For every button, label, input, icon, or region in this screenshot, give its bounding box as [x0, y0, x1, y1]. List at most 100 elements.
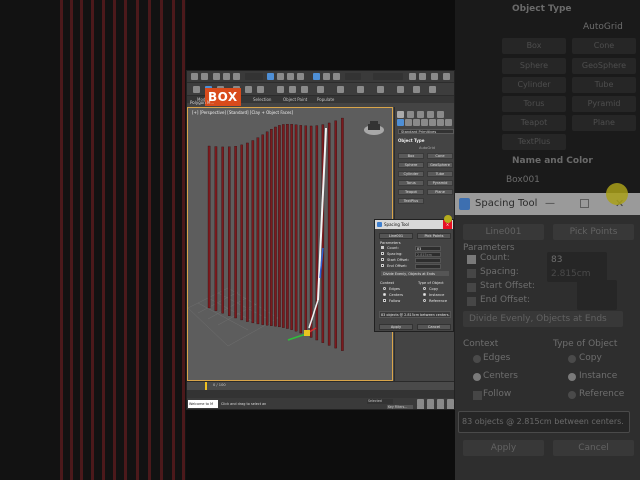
edit-named-sel-icon[interactable] — [337, 86, 344, 93]
ribbon-tab-object-paint[interactable]: Object Paint — [283, 97, 307, 102]
zoomed-distribution-dropdown[interactable]: Divide Evenly, Objects at Ends — [463, 311, 623, 327]
pick-path-button[interactable]: Line001 — [379, 233, 413, 239]
zoomed-end-offset-checkbox[interactable] — [467, 297, 476, 306]
box-button[interactable]: Box — [398, 153, 424, 159]
bind-icon[interactable] — [233, 73, 240, 80]
rotate-icon[interactable] — [323, 73, 330, 80]
maximize-icon[interactable] — [580, 199, 589, 208]
zoomed-spacing-checkbox[interactable] — [467, 269, 476, 278]
geometry-icon[interactable] — [397, 119, 404, 126]
perspective-viewport[interactable]: [+] [Perspective] [Standard] [Clay + Obj… — [187, 107, 393, 381]
selection-filter-dropdown[interactable] — [245, 73, 263, 80]
spacing-field[interactable]: 2.815cm — [415, 252, 441, 257]
create-tab-icon[interactable] — [397, 111, 404, 118]
type-copy-radio[interactable] — [423, 287, 426, 290]
unlink-icon[interactable] — [223, 73, 230, 80]
end-offset-field[interactable] — [415, 264, 441, 269]
pan-icon[interactable] — [427, 405, 434, 409]
toggle-ribbon-icon[interactable] — [357, 86, 364, 93]
display-tab-icon[interactable] — [437, 111, 444, 118]
track-bar[interactable] — [187, 390, 454, 398]
pick-points-button[interactable]: Pick Points — [417, 233, 451, 239]
render-icon[interactable] — [257, 86, 264, 93]
orbit-icon[interactable] — [429, 86, 436, 93]
context-edges-radio[interactable] — [383, 287, 386, 290]
zoomed-copy-radio[interactable] — [568, 355, 576, 363]
zoomed-pick-points-button[interactable]: Pick Points — [553, 224, 634, 240]
arnold-icon[interactable] — [397, 86, 404, 93]
type-instance-radio[interactable] — [423, 293, 426, 296]
orbit-view-icon[interactable] — [437, 405, 444, 409]
maxscript-listener[interactable]: Welcome to M — [188, 400, 218, 408]
teapot-button[interactable]: Teapot — [398, 189, 424, 195]
autogrid-checkbox[interactable]: AutoGrid — [419, 146, 435, 150]
select-by-name-icon[interactable] — [277, 73, 284, 80]
end-offset-checkbox[interactable] — [381, 264, 384, 267]
zoomed-follow-checkbox[interactable] — [473, 391, 482, 400]
undo-icon[interactable] — [191, 73, 198, 80]
maximize-viewport-icon[interactable] — [447, 405, 454, 409]
time-slider[interactable]: 0 / 100 — [187, 382, 454, 390]
zoomed-instance-radio[interactable] — [568, 373, 576, 381]
layer-icon[interactable] — [443, 73, 450, 80]
zoomed-count-checkbox[interactable] — [467, 255, 476, 264]
zoom-icon[interactable] — [413, 86, 420, 93]
shapes-icon[interactable] — [405, 119, 412, 126]
zoomed-pick-path-button[interactable]: Line001 — [463, 224, 544, 240]
viewport-layout-icon[interactable] — [377, 86, 384, 93]
rect-selection-icon[interactable] — [287, 73, 294, 80]
scale-icon[interactable] — [333, 73, 340, 80]
angle-snap-icon[interactable] — [289, 86, 296, 93]
zoomed-end-offset-field[interactable] — [577, 294, 617, 310]
minimize-icon[interactable]: — — [545, 193, 555, 215]
zoom-extents-icon[interactable] — [417, 405, 424, 409]
curve-editor-icon[interactable] — [193, 86, 200, 93]
align-icon[interactable] — [419, 73, 426, 80]
helpers-icon[interactable] — [429, 119, 436, 126]
mirror-icon[interactable] — [409, 73, 416, 80]
snap-icon[interactable] — [277, 86, 284, 93]
pyramid-button[interactable]: Pyramid — [427, 180, 453, 186]
modify-tab-icon[interactable] — [407, 111, 414, 118]
reference-coord-dropdown[interactable] — [345, 73, 361, 80]
zoomed-start-offset-checkbox[interactable] — [467, 283, 476, 292]
category-dropdown[interactable]: Standard Primitives — [398, 129, 454, 134]
scene-explorer-icon[interactable] — [431, 73, 438, 80]
motion-tab-icon[interactable] — [427, 111, 434, 118]
ribbon-tab-populate[interactable]: Populate — [317, 97, 334, 102]
named-selection-dropdown[interactable] — [373, 73, 403, 80]
cancel-button[interactable]: Cancel — [417, 324, 451, 330]
move-icon[interactable] — [313, 73, 320, 80]
select-object-icon[interactable] — [267, 73, 274, 80]
selection-set-dropdown[interactable]: Selected — [367, 399, 393, 404]
lights-icon[interactable] — [413, 119, 420, 126]
ribbon-tab-selection[interactable]: Selection — [253, 97, 271, 102]
geosphere-button[interactable]: GeoSphere — [427, 162, 453, 168]
key-filters-button[interactable]: Key Filters... — [387, 405, 413, 409]
link-icon[interactable] — [213, 73, 220, 80]
plane-button[interactable]: Plane — [427, 189, 453, 195]
follow-checkbox[interactable] — [383, 299, 386, 302]
textplus-button[interactable]: TextPlus — [398, 198, 424, 204]
time-slider-handle[interactable] — [205, 382, 207, 390]
sphere-button[interactable]: Sphere — [398, 162, 424, 168]
render-frame-icon[interactable] — [245, 86, 252, 93]
zoomed-centers-radio[interactable] — [473, 373, 481, 381]
cameras-icon[interactable] — [421, 119, 428, 126]
cone-button[interactable]: Cone — [427, 153, 453, 159]
torus-button[interactable]: Torus — [398, 180, 424, 186]
type-reference-radio[interactable] — [423, 299, 426, 302]
apply-button[interactable]: Apply — [379, 324, 413, 330]
systems-icon[interactable] — [445, 119, 452, 126]
distribution-dropdown[interactable]: Divide Evenly, Objects at Ends — [381, 271, 449, 276]
percent-snap-icon[interactable] — [301, 86, 308, 93]
zoomed-reference-radio[interactable] — [568, 391, 576, 399]
window-crossing-icon[interactable] — [297, 73, 304, 80]
spinner-snap-icon[interactable] — [317, 86, 324, 93]
zoomed-cancel-button[interactable]: Cancel — [553, 440, 634, 456]
count-checkbox[interactable] — [381, 246, 384, 249]
hierarchy-tab-icon[interactable] — [417, 111, 424, 118]
start-offset-field[interactable] — [415, 258, 441, 263]
object-type-heading[interactable]: Object Type — [398, 138, 424, 143]
start-offset-checkbox[interactable] — [381, 258, 384, 261]
